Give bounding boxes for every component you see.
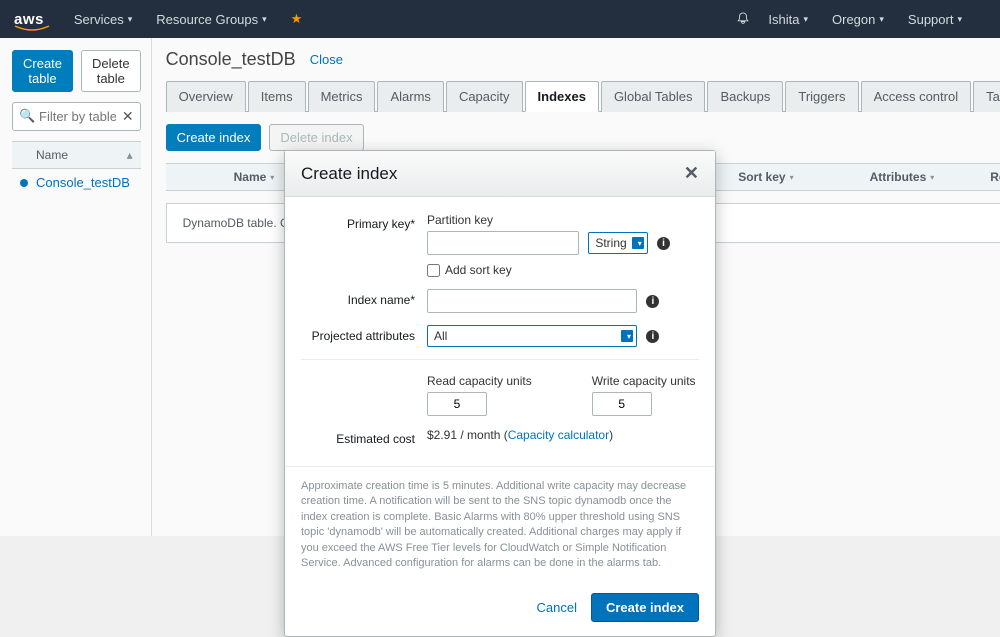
capacity-calculator-link[interactable]: Capacity calculator: [508, 428, 609, 442]
index-name-label: Index name*: [301, 289, 427, 307]
create-index-submit-button[interactable]: Create index: [591, 593, 699, 622]
modal-note: Approximate creation time is 5 minutes. …: [285, 466, 715, 583]
partition-key-type-select[interactable]: String ▾: [588, 232, 647, 254]
capacity-spacer: [301, 370, 427, 374]
close-icon[interactable]: ✕: [684, 163, 699, 184]
estimated-cost-value: $2.91 / month (: [427, 428, 508, 442]
add-sort-key-checkbox[interactable]: [427, 264, 440, 277]
index-name-input[interactable]: [427, 289, 637, 313]
cancel-button[interactable]: Cancel: [536, 600, 576, 615]
read-capacity-label: Read capacity units: [427, 374, 532, 388]
type-select-value: String: [595, 236, 626, 250]
info-icon[interactable]: i: [657, 237, 670, 250]
write-capacity-input[interactable]: [592, 392, 652, 416]
projected-attributes-label: Projected attributes: [301, 325, 427, 343]
read-capacity-input[interactable]: [427, 392, 487, 416]
info-icon[interactable]: i: [646, 330, 659, 343]
modal-title: Create index: [301, 164, 684, 184]
estimated-cost-label: Estimated cost: [301, 428, 427, 446]
projected-attributes-select[interactable]: All ▾: [427, 325, 637, 347]
write-capacity-label: Write capacity units: [592, 374, 696, 388]
primary-key-label: Primary key*: [301, 213, 427, 231]
est-cost-close-paren: ): [609, 428, 613, 442]
partition-key-sublabel: Partition key: [427, 213, 699, 227]
chevron-down-icon: ▾: [627, 332, 631, 341]
add-sort-key-label: Add sort key: [445, 263, 512, 277]
info-icon[interactable]: i: [646, 295, 659, 308]
chevron-down-icon: ▾: [638, 239, 642, 248]
projected-value: All: [434, 329, 447, 343]
create-index-modal: Create index ✕ Primary key* Partition ke…: [284, 150, 716, 637]
partition-key-input[interactable]: [427, 231, 579, 255]
divider: [301, 359, 699, 360]
